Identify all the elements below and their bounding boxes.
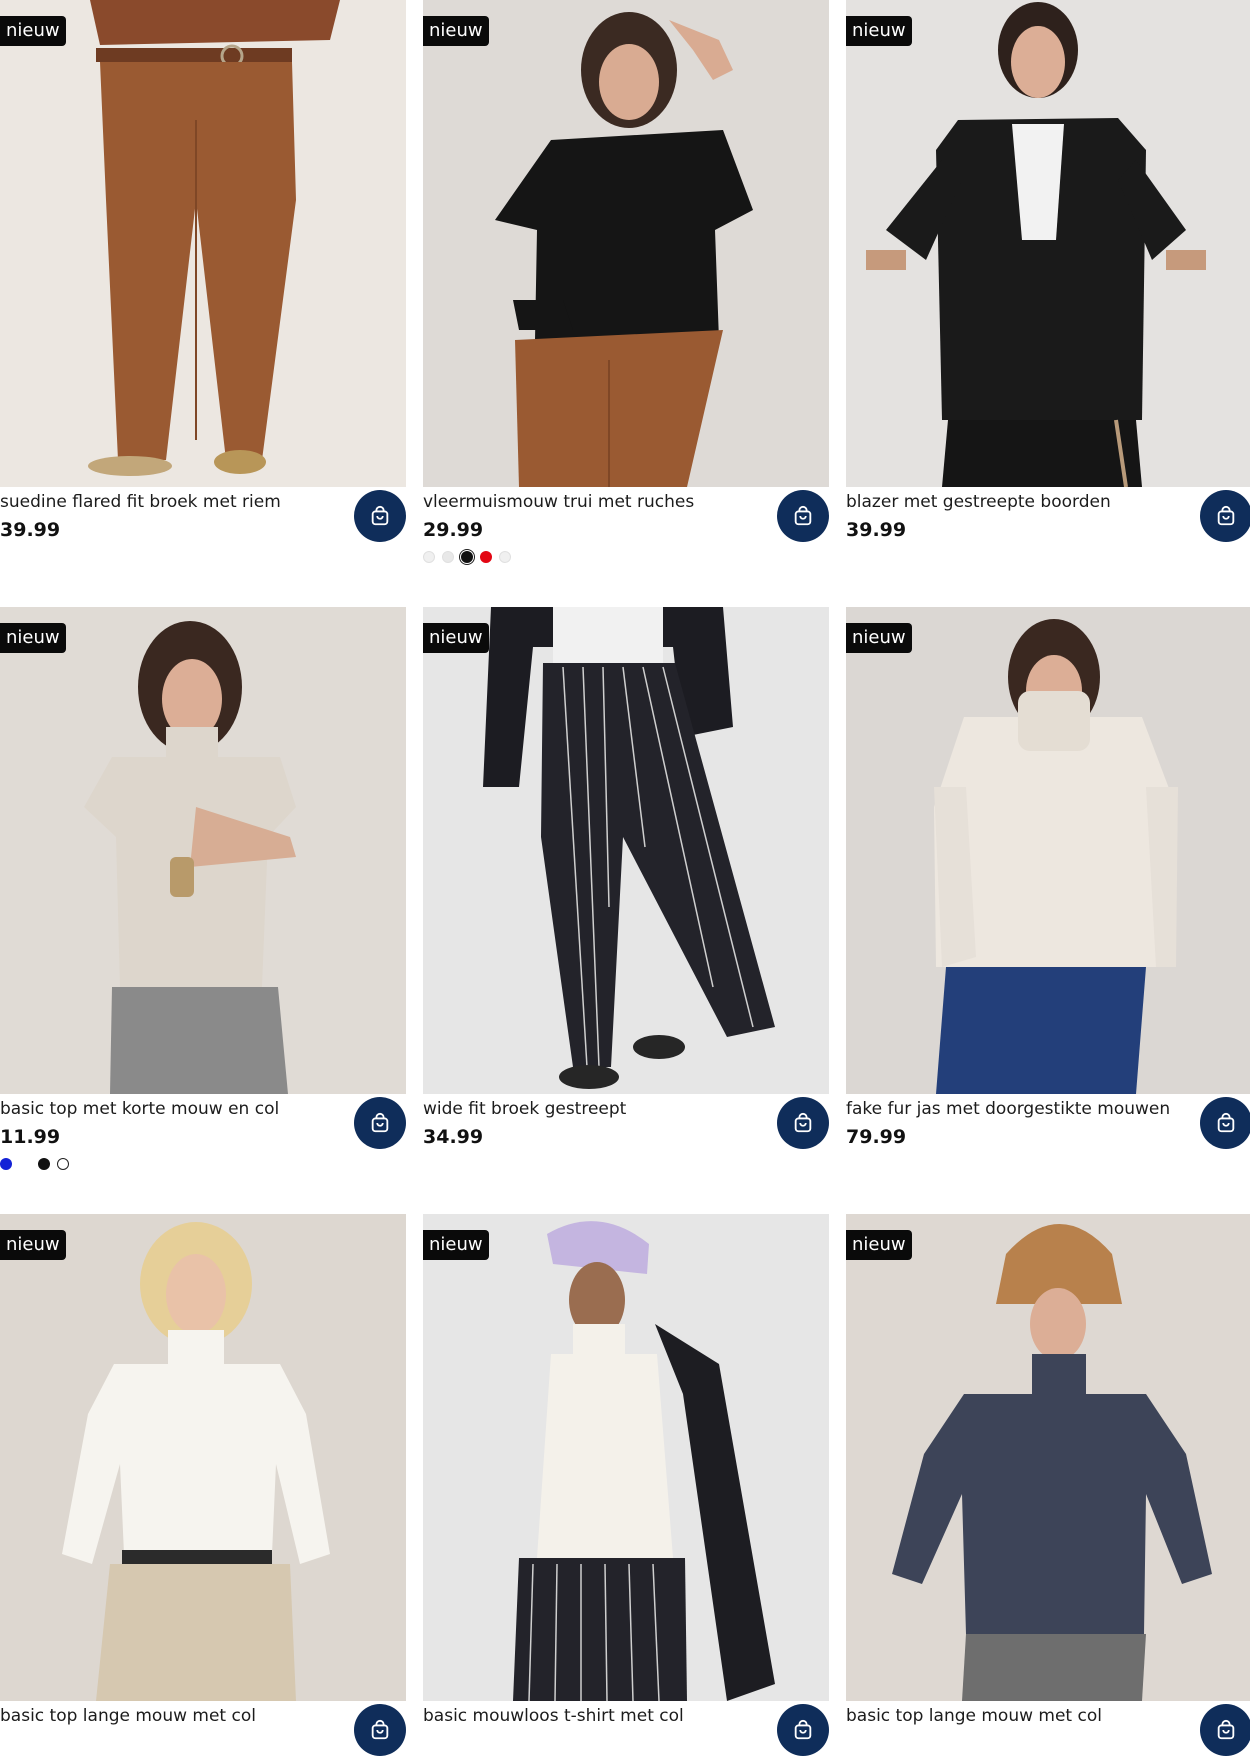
shopping-bag-icon (794, 505, 812, 526)
add-to-cart-button[interactable] (354, 1097, 406, 1149)
product-card[interactable]: nieuw basic top lange mouw met col (846, 1214, 1250, 1756)
product-title[interactable]: suedine flared fit broek met riem (0, 492, 281, 512)
color-swatch[interactable] (442, 551, 454, 563)
product-image[interactable]: nieuw (0, 1214, 406, 1701)
product-card[interactable]: nieuw basic mouwloos t-shirt met col (423, 1214, 829, 1756)
shopping-bag-icon (1217, 1112, 1235, 1133)
product-card[interactable]: nieuw blazer met gestreepte boorden 39.9… (846, 0, 1250, 542)
color-swatch[interactable] (499, 551, 511, 563)
new-badge: nieuw (846, 16, 912, 46)
product-image[interactable]: nieuw (0, 0, 406, 487)
add-to-cart-button[interactable] (1200, 1097, 1250, 1149)
color-swatch[interactable] (480, 551, 492, 563)
product-image[interactable]: nieuw (423, 607, 829, 1094)
color-swatch[interactable] (19, 1158, 31, 1170)
color-swatch-selected[interactable] (57, 1158, 69, 1170)
color-swatch-selected[interactable] (461, 551, 473, 563)
product-card[interactable]: nieuw basic top met korte mouw en col 11… (0, 607, 406, 1170)
new-badge: nieuw (423, 1230, 489, 1260)
color-swatches (423, 551, 511, 563)
new-badge: nieuw (423, 16, 489, 46)
product-title[interactable]: vleermuismouw trui met ruches (423, 492, 694, 512)
product-price: 34.99 (423, 1126, 484, 1148)
product-image[interactable]: nieuw (846, 0, 1250, 487)
color-swatch[interactable] (0, 1158, 12, 1170)
shopping-bag-icon (794, 1112, 812, 1133)
shopping-bag-icon (371, 1112, 389, 1133)
product-title[interactable]: fake fur jas met doorgestikte mouwen (846, 1099, 1170, 1119)
add-to-cart-button[interactable] (777, 490, 829, 542)
product-image[interactable]: nieuw (846, 607, 1250, 1094)
shopping-bag-icon (371, 1719, 389, 1740)
add-to-cart-button[interactable] (777, 1097, 829, 1149)
color-swatch[interactable] (423, 551, 435, 563)
new-badge: nieuw (0, 1230, 66, 1260)
add-to-cart-button[interactable] (1200, 1704, 1250, 1756)
new-badge: nieuw (0, 623, 66, 653)
product-price: 11.99 (0, 1126, 61, 1148)
new-badge: nieuw (0, 16, 66, 46)
shopping-bag-icon (371, 505, 389, 526)
add-to-cart-button[interactable] (354, 490, 406, 542)
product-title[interactable]: basic mouwloos t-shirt met col (423, 1706, 684, 1726)
product-title[interactable]: blazer met gestreepte boorden (846, 492, 1111, 512)
product-card[interactable]: nieuw wide fit broek gestreept 34.99 (423, 607, 829, 1149)
product-price: 79.99 (846, 1126, 907, 1148)
product-price: 29.99 (423, 519, 484, 541)
product-price: 39.99 (846, 519, 907, 541)
product-card[interactable]: nieuw fake fur jas met doorgestikte mouw… (846, 607, 1250, 1149)
product-title[interactable]: basic top lange mouw met col (846, 1706, 1102, 1726)
product-image[interactable]: nieuw (423, 1214, 829, 1701)
product-card[interactable]: nieuw vleermuismouw trui met ruches 29.9… (423, 0, 829, 563)
product-card[interactable]: nieuw suedine flared fit broek met riem … (0, 0, 406, 542)
color-swatches (0, 1158, 69, 1170)
product-image[interactable]: nieuw (0, 607, 406, 1094)
add-to-cart-button[interactable] (1200, 490, 1250, 542)
product-image[interactable]: nieuw (846, 1214, 1250, 1701)
shopping-bag-icon (1217, 505, 1235, 526)
add-to-cart-button[interactable] (777, 1704, 829, 1756)
new-badge: nieuw (846, 623, 912, 653)
shopping-bag-icon (1217, 1719, 1235, 1740)
product-title[interactable]: basic top met korte mouw en col (0, 1099, 279, 1119)
product-title[interactable]: basic top lange mouw met col (0, 1706, 256, 1726)
new-badge: nieuw (846, 1230, 912, 1260)
product-price: 39.99 (0, 519, 61, 541)
product-title[interactable]: wide fit broek gestreept (423, 1099, 626, 1119)
add-to-cart-button[interactable] (354, 1704, 406, 1756)
product-card[interactable]: nieuw basic top lange mouw met col (0, 1214, 406, 1756)
color-swatch[interactable] (38, 1158, 50, 1170)
shopping-bag-icon (794, 1719, 812, 1740)
product-image[interactable]: nieuw (423, 0, 829, 487)
new-badge: nieuw (423, 623, 489, 653)
